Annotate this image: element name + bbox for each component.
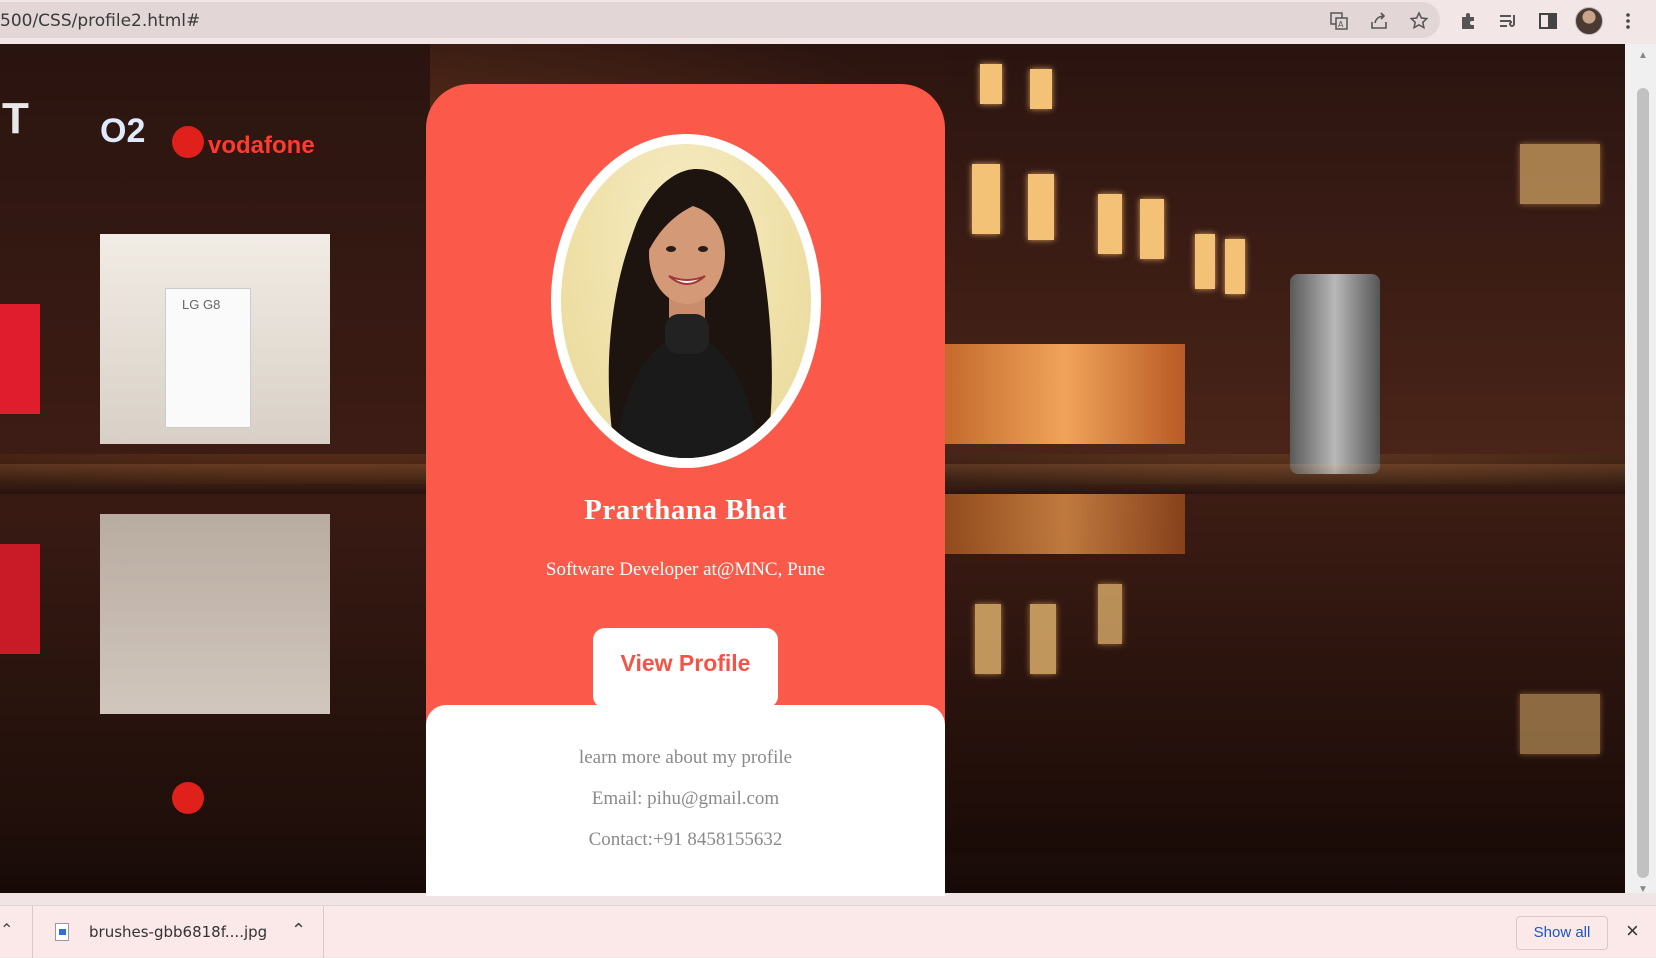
- profile-card: Prarthana Bhat Software Developer at@MNC…: [426, 84, 945, 896]
- vodafone-logo-icon: [172, 126, 204, 158]
- scroll-down-icon[interactable]: ▼: [1636, 884, 1650, 898]
- download-item[interactable]: brushes-gbb6818f....jpg ⌃: [32, 906, 324, 958]
- chevron-up-icon[interactable]: ⌃: [291, 920, 306, 941]
- translate-icon[interactable]: A: [1328, 10, 1350, 32]
- url-text[interactable]: 500/CSS/profile2.html#: [0, 11, 200, 31]
- svg-text:A: A: [1338, 20, 1344, 29]
- shop-sign-reflection: [0, 544, 40, 654]
- address-bar[interactable]: 500/CSS/profile2.html# A: [0, 2, 1440, 38]
- column: [1290, 274, 1380, 474]
- email-text: Email: pihu@gmail.com: [591, 788, 780, 809]
- profile-info-panel: learn more about my profile Email: pihu@…: [426, 705, 945, 896]
- profile-photo: [561, 144, 811, 458]
- brand-logo: vodafone: [208, 132, 315, 159]
- chevron-up-icon[interactable]: ⌃: [0, 920, 13, 940]
- download-file-name[interactable]: brushes-gbb6818f....jpg: [89, 923, 267, 941]
- brand-logo: O2: [100, 112, 146, 150]
- scroll-up-icon[interactable]: ▲: [1636, 50, 1650, 64]
- profile-avatar[interactable]: [1575, 7, 1603, 35]
- person-portrait-icon: [608, 169, 772, 458]
- lit-shop: [945, 344, 1185, 444]
- reading-list-icon[interactable]: [1496, 9, 1520, 33]
- shop-sign: [0, 304, 40, 414]
- contact-text: Contact:+91 8458155632: [588, 829, 783, 850]
- view-profile-button[interactable]: View Profile: [593, 628, 778, 708]
- profile-role: Software Developer at@MNC, Pune: [545, 559, 826, 580]
- lit-shop-reflection: [945, 494, 1185, 554]
- profile-photo-frame: [551, 134, 821, 468]
- close-icon[interactable]: ×: [1626, 918, 1639, 944]
- brand-logo: T: [2, 94, 29, 143]
- download-bar: ⌃ brushes-gbb6818f....jpg ⌃ Show all ×: [0, 905, 1656, 958]
- phone-poster: LG G8: [165, 288, 251, 428]
- side-panel-icon[interactable]: [1536, 9, 1560, 33]
- scroll-thumb[interactable]: [1637, 88, 1649, 878]
- more-icon[interactable]: [1616, 9, 1640, 33]
- about-text: learn more about my profile: [578, 747, 793, 768]
- share-icon[interactable]: [1368, 10, 1390, 32]
- shop-window-reflection: [100, 514, 330, 714]
- image-file-icon: [55, 923, 69, 941]
- profile-name: Prarthana Bhat: [584, 494, 787, 526]
- poster-text: LG G8: [182, 297, 221, 312]
- show-all-button[interactable]: Show all: [1516, 916, 1608, 950]
- vodafone-logo-icon: [172, 782, 204, 814]
- browser-toolbar: 500/CSS/profile2.html# A: [0, 0, 1656, 44]
- extensions-icon[interactable]: [1456, 9, 1480, 33]
- star-icon[interactable]: [1408, 10, 1430, 32]
